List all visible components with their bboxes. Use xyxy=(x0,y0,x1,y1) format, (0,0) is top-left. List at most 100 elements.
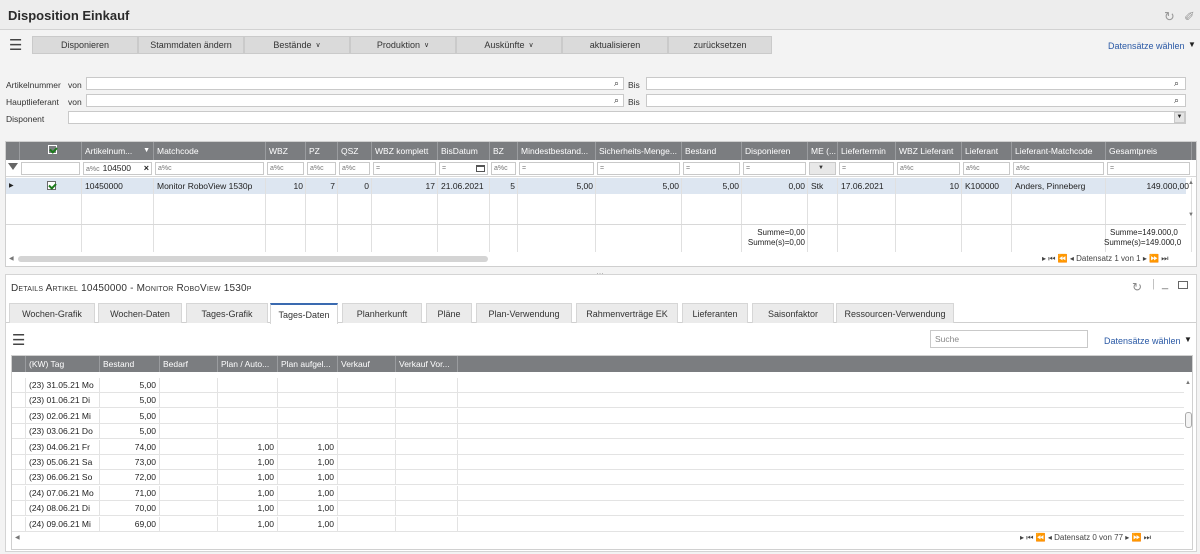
column-filter-input[interactable]: = xyxy=(683,162,740,175)
search-icon[interactable]: ⌕ xyxy=(614,95,619,106)
tab-tages-grafik[interactable]: Tages-Grafik xyxy=(186,303,268,323)
column-filter-input[interactable]: a%c xyxy=(307,162,336,175)
table-row[interactable]: ▶ 10450000 Monitor RoboView 1530p 10 7 0 17 21.… xyxy=(6,178,1189,194)
disponent-select[interactable] xyxy=(68,111,1186,124)
pager-nav-icons[interactable]: ▸ ⏮ ⏪ ◂ xyxy=(1020,533,1052,542)
table-row[interactable]: (23) 05.06.21 Sa 73,00 1,00 1,00 xyxy=(12,455,1184,470)
column-filter-input[interactable]: = xyxy=(839,162,894,175)
tab-rahmenverträge-ek[interactable]: Rahmenverträge EK xyxy=(576,303,678,323)
tab-wochen-grafik[interactable]: Wochen-Grafik xyxy=(9,303,95,323)
toolbar-button-3[interactable]: Produktion ∨ xyxy=(350,36,456,54)
table-row[interactable]: (23) 01.06.21 Di 5,00 xyxy=(12,393,1184,409)
column-header-5[interactable]: QSZ xyxy=(338,142,372,160)
column-filter-input[interactable] xyxy=(21,162,80,175)
chevron-down-icon[interactable]: ▼ xyxy=(1188,40,1196,49)
tab-saisonfaktor[interactable]: Saisonfaktor xyxy=(752,303,834,323)
column-header-6[interactable]: WBZ komplett xyxy=(372,142,438,160)
toolbar-button-2[interactable]: Bestände ∨ xyxy=(244,36,350,54)
column-header-8[interactable]: BZ xyxy=(490,142,518,160)
maximize-icon[interactable] xyxy=(1178,281,1188,289)
column-header-9[interactable]: Mindestbestand... xyxy=(518,142,596,160)
column-filter-input[interactable]: a%c xyxy=(1013,162,1104,175)
column-header-12[interactable]: Disponieren xyxy=(742,142,808,160)
toolbar-button-5[interactable]: aktualisieren xyxy=(562,36,668,54)
hauptlieferant-von-input[interactable] xyxy=(86,94,624,107)
column-header-0[interactable] xyxy=(20,142,82,160)
refresh-icon[interactable]: ↻ xyxy=(1164,9,1175,25)
column-filter-input[interactable]: a%c xyxy=(339,162,370,175)
select-all-checkbox[interactable] xyxy=(47,145,57,154)
tab-planherkunft[interactable]: Planherkunft xyxy=(342,303,422,323)
tab-tages-daten[interactable]: Tages-Daten xyxy=(270,303,338,324)
column-header-4[interactable]: PZ xyxy=(306,142,338,160)
column-header-4[interactable]: Plan aufgel... xyxy=(278,356,338,372)
column-header-3[interactable]: Plan / Auto... xyxy=(218,356,278,372)
column-filter-input[interactable]: = xyxy=(373,162,436,175)
table-row[interactable]: (24) 07.06.21 Mo 71,00 1,00 1,00 xyxy=(12,485,1184,501)
column-header-6[interactable]: Verkauf Vor... xyxy=(396,356,458,372)
table-row[interactable]: (24) 08.06.21 Di 70,00 1,00 1,00 xyxy=(12,501,1184,517)
column-header-14[interactable]: Liefertermin xyxy=(838,142,896,160)
tab-pläne[interactable]: Pläne xyxy=(426,303,472,323)
vertical-scrollbar-thumb[interactable] xyxy=(1185,412,1192,428)
row-checkbox[interactable] xyxy=(46,181,56,190)
tab-lieferanten[interactable]: Lieferanten xyxy=(682,303,748,323)
column-filter-input[interactable]: a%c xyxy=(897,162,960,175)
hamburger-menu-icon[interactable]: ☰ xyxy=(9,36,22,54)
toolbar-button-1[interactable]: Stammdaten ändern xyxy=(138,36,244,54)
clear-filter-icon[interactable]: × xyxy=(144,163,149,174)
column-header-2[interactable]: Matchcode xyxy=(154,142,266,160)
column-header-13[interactable]: ME (... xyxy=(808,142,838,160)
column-header-15[interactable]: WBZ Lieferant xyxy=(896,142,962,160)
column-filter-input[interactable]: a%c xyxy=(267,162,304,175)
scroll-left-icon[interactable]: ◀ xyxy=(9,255,14,262)
toolbar-button-4[interactable]: Auskünfte ∨ xyxy=(456,36,562,54)
column-header-1[interactable]: Bestand xyxy=(100,356,160,372)
tab-plan-verwendung[interactable]: Plan-Verwendung xyxy=(476,303,572,323)
column-filter-input[interactable]: a%c 104500 × xyxy=(83,162,152,175)
search-input[interactable]: Suche xyxy=(930,330,1088,348)
column-filter-input[interactable]: = xyxy=(439,162,488,175)
tab-wochen-daten[interactable]: Wochen-Daten xyxy=(98,303,182,323)
column-header-18[interactable]: Gesamtpreis xyxy=(1106,142,1192,160)
table-row[interactable]: (23) 06.06.21 So 72,00 1,00 1,00 xyxy=(12,470,1184,486)
column-filter-input[interactable]: a%c xyxy=(963,162,1010,175)
horizontal-scrollbar[interactable] xyxy=(18,256,488,262)
pin-icon[interactable]: ✐ xyxy=(1184,9,1195,25)
column-header-7[interactable]: BisDatum xyxy=(438,142,490,160)
datensaetze-waehlen-link[interactable]: Datensätze wählen xyxy=(1104,336,1181,346)
toolbar-button-6[interactable]: zurücksetzen xyxy=(668,36,772,54)
column-filter-input[interactable]: = xyxy=(743,162,806,175)
column-filter-input[interactable]: ▼ xyxy=(809,162,836,175)
column-header-5[interactable]: Verkauf xyxy=(338,356,396,372)
datensaetze-waehlen-link[interactable]: Datensätze wählen xyxy=(1108,41,1185,51)
table-row[interactable]: (23) 03.06.21 Do 5,00 xyxy=(12,424,1184,440)
toolbar-button-0[interactable]: Disponieren xyxy=(32,36,138,54)
column-header-10[interactable]: Sicherheits-Menge... xyxy=(596,142,682,160)
column-header-16[interactable]: Lieferant xyxy=(962,142,1012,160)
column-filter-input[interactable]: = xyxy=(597,162,680,175)
column-header-3[interactable]: WBZ xyxy=(266,142,306,160)
table-row[interactable]: (23) 04.06.21 Fr 74,00 1,00 1,00 xyxy=(12,439,1184,455)
search-icon[interactable]: ⌕ xyxy=(1174,78,1179,89)
scroll-left-icon[interactable]: ◀ xyxy=(15,534,20,541)
scroll-down-icon[interactable]: ▼ xyxy=(1188,212,1194,218)
search-icon[interactable]: ⌕ xyxy=(614,78,619,89)
scroll-up-icon[interactable]: ▲ xyxy=(1185,380,1191,386)
column-filter-input[interactable]: = xyxy=(519,162,594,175)
column-filter-input[interactable]: a%c xyxy=(155,162,264,175)
artikelnummer-bis-input[interactable] xyxy=(646,77,1186,90)
refresh-icon[interactable]: ↻ xyxy=(1132,280,1142,294)
calendar-icon[interactable] xyxy=(476,165,485,172)
chevron-down-icon[interactable]: ▼ xyxy=(818,163,824,174)
filter-icon[interactable] xyxy=(8,163,18,170)
artikelnummer-von-input[interactable] xyxy=(86,77,624,90)
pager-nav-icons[interactable]: ▸ ⏩ ⏭ xyxy=(1143,254,1169,263)
column-header-17[interactable]: Lieferant-Matchcode xyxy=(1012,142,1106,160)
chevron-down-icon[interactable]: ▼ xyxy=(143,142,150,160)
pager-nav-icons[interactable]: ▸ ⏩ ⏭ xyxy=(1125,533,1151,542)
tab-ressourcen-verwendung[interactable]: Ressourcen-Verwendung xyxy=(836,303,954,323)
hauptlieferant-bis-input[interactable] xyxy=(646,94,1186,107)
table-row[interactable]: (24) 09.06.21 Mi 69,00 1,00 1,00 xyxy=(12,516,1184,532)
column-header-1[interactable]: Artikelnum... ▼ xyxy=(82,142,154,160)
